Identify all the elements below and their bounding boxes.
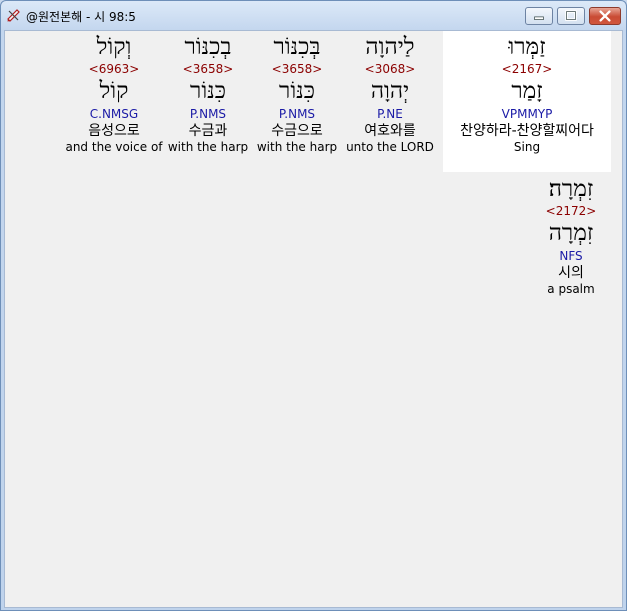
english-gloss: with the harp	[256, 140, 338, 154]
pencil-ruler-icon[interactable]	[6, 7, 22, 23]
strong-number[interactable]: <3658>	[247, 62, 347, 76]
lemma: זָמַר	[511, 78, 543, 104]
word-cell-selected[interactable]: זַמְּרוּ <2167> זָמַר VPMMYP 찬양하라-찬양할찌어다…	[460, 33, 594, 155]
korean-gloss: 시의	[558, 265, 584, 281]
close-icon	[599, 10, 611, 22]
morph-code: P.NMS	[278, 107, 316, 121]
korean-gloss: 수금으로	[271, 123, 323, 139]
title-bar[interactable]: @원전본해 - 시 98:5	[1, 1, 626, 31]
word-cell[interactable]: וְקוֹל <6963> קוֹל C.NMSG 음성으로 and the v…	[64, 33, 164, 155]
strong-number[interactable]: <2167>	[477, 62, 577, 76]
korean-gloss: 여호와를	[364, 123, 416, 139]
close-button[interactable]	[589, 7, 621, 25]
korean-gloss: 찬양하라-찬양할찌어다	[460, 123, 594, 139]
lemma: זִמְרָה	[548, 220, 594, 246]
hebrew-word: בְּכִנּוֹר	[273, 34, 321, 60]
hebrew-word: זַמְּרוּ	[508, 34, 546, 60]
morph-code: NFS	[559, 249, 583, 263]
maximize-icon	[565, 10, 577, 21]
word-cell[interactable]: בְּכִנּוֹר <3658> כִּנּוֹר P.NMS 수금으로 wi…	[247, 33, 347, 155]
word-cell[interactable]: בְכִנּוֹר <3658> כִּנּוֹר P.NMS 수금과 with…	[158, 33, 258, 155]
english-gloss: Sing	[513, 140, 541, 154]
korean-gloss: 수금과	[188, 123, 228, 139]
morph-code: C.NMSG	[89, 107, 139, 121]
strong-number[interactable]: <6963>	[64, 62, 164, 76]
morph-code: P.NMS	[189, 107, 227, 121]
hebrew-word: זִמְרָה׃	[548, 176, 594, 202]
hebrew-word: בְכִנּוֹר	[184, 34, 232, 60]
app-window: @원전본해 - 시 98:5 וְקוֹל <6963> קוֹל C.NMSG	[0, 0, 627, 611]
minimize-button[interactable]	[525, 7, 553, 25]
morph-code: VPMMYP	[501, 107, 553, 121]
maximize-button[interactable]	[557, 7, 585, 25]
morph-code: P.NE	[377, 107, 403, 121]
hebrew-word: לַיהוָה	[365, 34, 415, 60]
english-gloss: a psalm	[547, 282, 595, 296]
word-cell[interactable]: זִמְרָה׃ <2172> זִמְרָה NFS 시의 a psalm	[521, 175, 621, 297]
strong-number[interactable]: <2172>	[521, 204, 621, 218]
minimize-icon	[534, 16, 544, 20]
english-gloss: unto the LORD	[346, 140, 434, 154]
korean-gloss: 음성으로	[88, 123, 140, 139]
lemma: קוֹל	[99, 78, 129, 104]
strong-number[interactable]: <3068>	[340, 62, 440, 76]
word-cell[interactable]: לַיהוָה <3068> יְהוָה P.NE 여호와를 unto the…	[340, 33, 440, 155]
lemma: כִּנּוֹר	[190, 78, 226, 104]
english-gloss: with the harp	[167, 140, 249, 154]
english-gloss: and the voice of	[65, 140, 163, 154]
lemma: כִּנּוֹר	[279, 78, 315, 104]
hebrew-word: וְקוֹל	[96, 34, 132, 60]
interlinear-panel[interactable]: וְקוֹל <6963> קוֹל C.NMSG 음성으로 and the v…	[4, 30, 623, 608]
lemma: יְהוָה	[370, 78, 410, 104]
window-title: @원전본해 - 시 98:5	[26, 10, 136, 24]
strong-number[interactable]: <3658>	[158, 62, 258, 76]
